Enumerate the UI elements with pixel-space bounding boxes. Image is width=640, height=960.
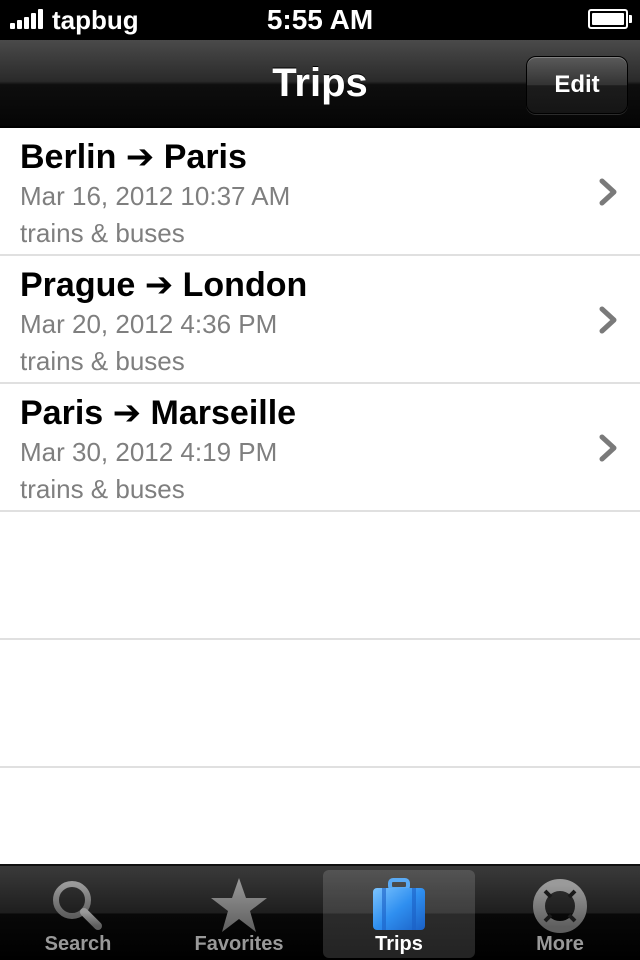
tab-label: Trips	[375, 933, 423, 955]
tab-label: Favorites	[194, 933, 284, 955]
star-icon	[211, 878, 267, 932]
navigation-bar: Trips Edit	[0, 40, 640, 128]
tab-more[interactable]: More	[484, 870, 636, 958]
trip-row[interactable]: Berlin ➔ Paris Mar 16, 2012 10:37 AM tra…	[0, 128, 640, 256]
tab-search[interactable]: Search	[2, 870, 154, 958]
lifebuoy-icon	[533, 879, 587, 933]
trip-mode: trains & buses	[20, 218, 185, 248]
trip-row[interactable]: Prague ➔ London Mar 20, 2012 4:36 PM tra…	[0, 256, 640, 384]
trip-date: Mar 16, 2012 10:37 AM	[20, 181, 291, 211]
chevron-right-icon	[599, 306, 617, 334]
status-time: 5:55 AM	[266, 4, 374, 35]
chevron-right-icon	[599, 178, 617, 206]
trip-mode: trains & buses	[20, 474, 185, 504]
trip-route: Prague ➔ London	[20, 266, 308, 304]
magnifier-icon	[53, 881, 102, 930]
trip-route: Paris ➔ Marseille	[20, 394, 297, 432]
tab-label: Search	[44, 933, 112, 955]
briefcase-icon	[373, 878, 425, 930]
battery-icon	[588, 9, 632, 29]
trip-list: Berlin ➔ Paris Mar 16, 2012 10:37 AM tra…	[0, 128, 640, 864]
tab-bar: Search Favorites Trips More	[0, 864, 640, 960]
empty-row	[0, 512, 640, 640]
trip-mode: trains & buses	[20, 346, 185, 376]
trip-row[interactable]: Paris ➔ Marseille Mar 30, 2012 4:19 PM t…	[0, 384, 640, 512]
tab-label: More	[536, 933, 584, 955]
trip-date: Mar 20, 2012 4:36 PM	[20, 309, 278, 339]
trip-date: Mar 30, 2012 4:19 PM	[20, 437, 278, 467]
trip-route: Berlin ➔ Paris	[20, 138, 247, 176]
edit-button[interactable]: Edit	[526, 56, 628, 114]
tab-favorites[interactable]: Favorites	[163, 870, 315, 958]
tab-trips[interactable]: Trips	[323, 870, 475, 958]
status-bar: tapbug 5:55 AM	[0, 0, 640, 40]
empty-row	[0, 640, 640, 768]
chevron-right-icon	[599, 434, 617, 462]
